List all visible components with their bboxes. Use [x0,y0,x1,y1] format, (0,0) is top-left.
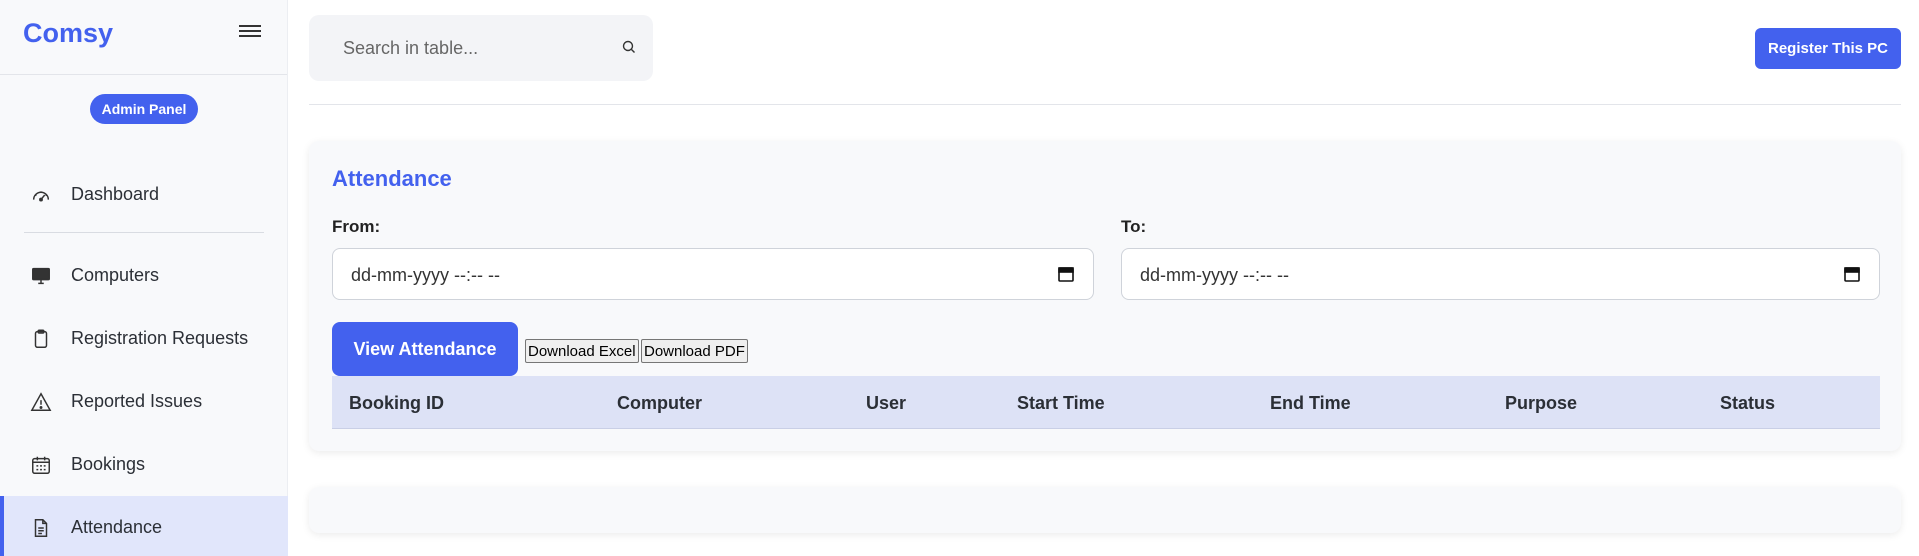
sidebar-item-label: Computers [71,265,160,285]
search-box [309,15,653,81]
attendance-table-header: Booking ID Computer User Start Time End … [332,376,1880,429]
sidebar-item-computers[interactable]: Computers [0,244,288,307]
from-datetime-input[interactable]: dd-mm-yyyy --:-- -- [332,248,1094,300]
sidebar-nav: Dashboard Computers Registration Request… [0,163,288,556]
attendance-card: Attendance From: dd-mm-yyyy --:-- -- To:… [309,141,1901,451]
hamburger-menu-icon[interactable] [237,22,263,44]
brand-title[interactable]: Comsy [23,18,113,49]
sidebar: Comsy Admin Panel Dashboard Computers Re [0,0,288,556]
page-title: Attendance [332,166,452,191]
sidebar-item-bookings[interactable]: Bookings [0,433,288,496]
sidebar-item-attendance[interactable]: Attendance [0,496,288,556]
view-attendance-button[interactable]: View Attendance [332,322,518,376]
download-pdf-button[interactable]: Download PDF [641,339,748,363]
search-input[interactable] [309,15,653,81]
to-datetime-value: dd-mm-yyyy --:-- -- [1140,265,1289,285]
column-header-purpose[interactable]: Purpose [1505,393,1577,414]
gauge-icon [32,190,50,202]
sidebar-item-label: Registration Requests [71,328,249,348]
sidebar-item-reported-issues[interactable]: Reported Issues [0,370,288,433]
calendar-icon [32,456,50,474]
clipboard-icon [34,329,48,348]
column-header-status[interactable]: Status [1720,393,1775,414]
sidebar-item-label: Dashboard [71,184,160,204]
from-label: From: [332,217,381,236]
warning-triangle-icon [30,391,52,411]
download-excel-button[interactable]: Download Excel [525,339,639,363]
sidebar-item-dashboard[interactable]: Dashboard [0,163,288,226]
secondary-card [309,487,1901,533]
nav-divider [24,232,264,233]
monitor-icon [32,267,50,284]
calendar-picker-icon[interactable] [1843,265,1861,283]
sidebar-item-registration-requests[interactable]: Registration Requests [0,307,288,370]
calendar-picker-icon[interactable] [1057,265,1075,283]
column-header-booking-id[interactable]: Booking ID [349,393,444,414]
to-datetime-input[interactable]: dd-mm-yyyy --:-- -- [1121,248,1880,300]
register-pc-button[interactable]: Register This PC [1755,28,1901,69]
search-icon[interactable] [621,39,637,55]
to-label: To: [1121,217,1147,236]
sidebar-item-label: Bookings [71,454,146,474]
column-header-end-time[interactable]: End Time [1270,393,1351,414]
document-icon [34,518,48,537]
admin-panel-badge: Admin Panel [89,94,199,124]
brand-row: Comsy [0,0,287,75]
sidebar-item-label: Attendance [71,517,163,537]
column-header-computer[interactable]: Computer [617,393,702,414]
from-datetime-value: dd-mm-yyyy --:-- -- [351,265,500,285]
header-divider [309,104,1901,105]
sidebar-item-label: Reported Issues [71,391,203,411]
column-header-user[interactable]: User [866,393,906,414]
column-header-start-time[interactable]: Start Time [1017,393,1105,414]
